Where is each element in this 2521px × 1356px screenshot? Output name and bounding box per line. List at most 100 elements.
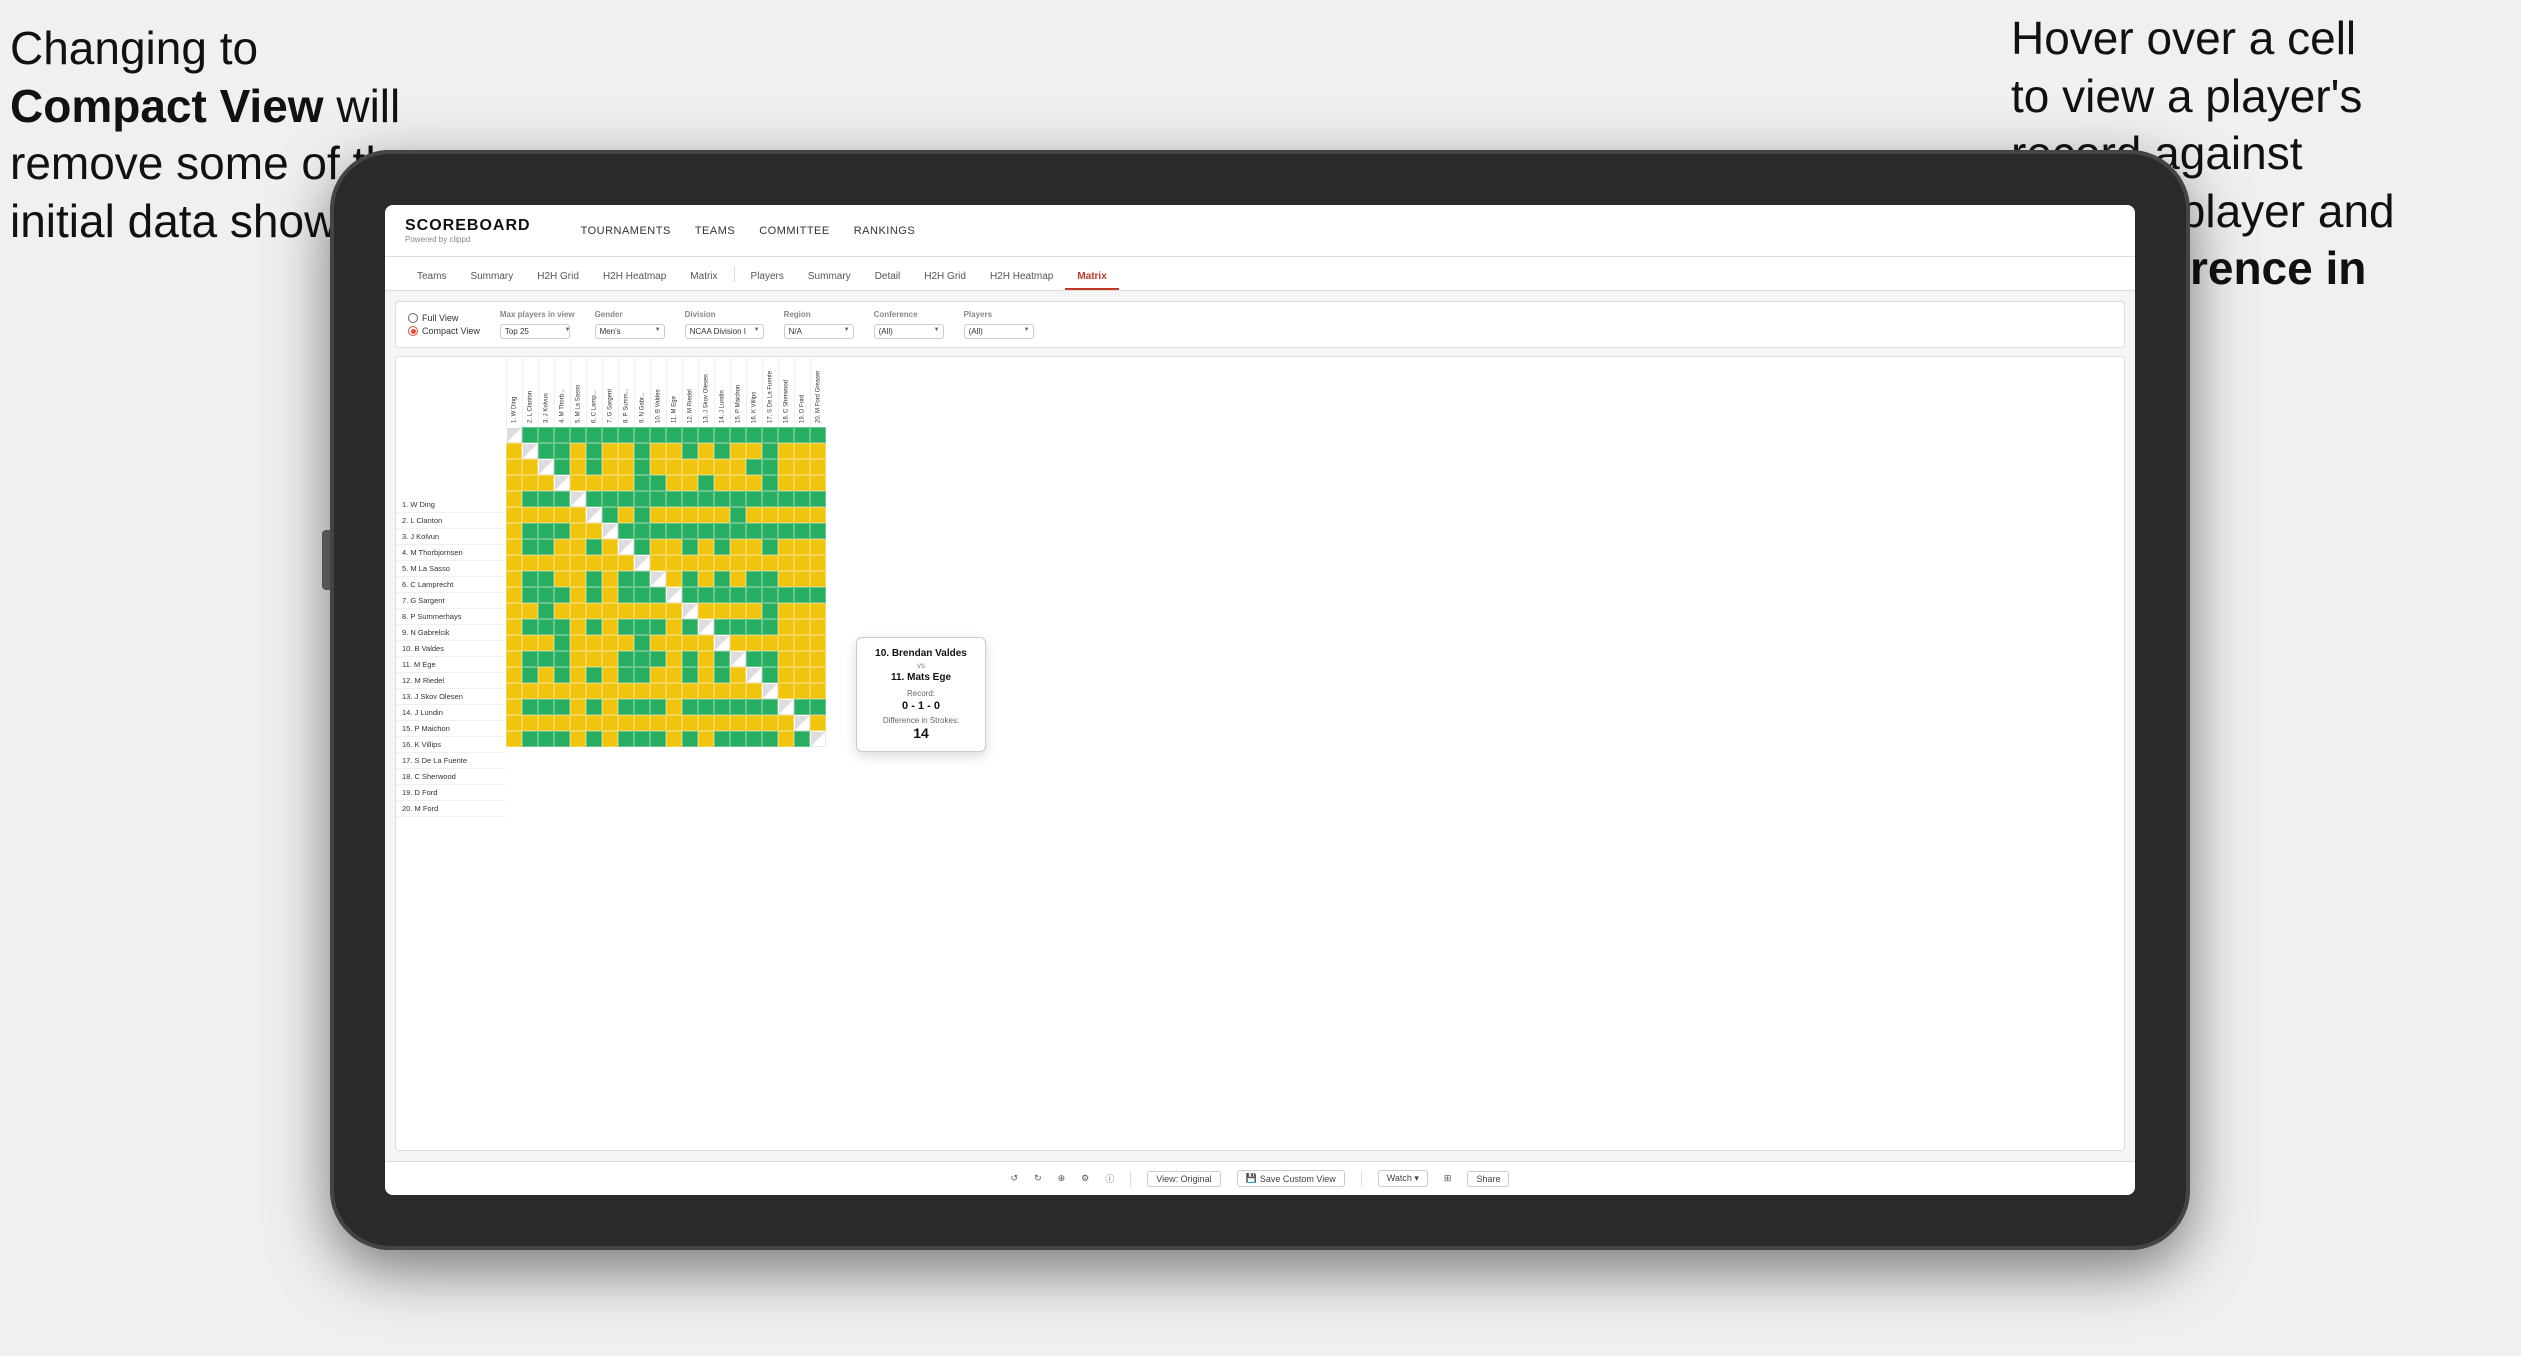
grid-cell[interactable] — [682, 491, 698, 507]
layout-btn[interactable]: ⊞ — [1444, 1173, 1452, 1184]
grid-cell[interactable] — [778, 667, 794, 683]
grid-cell[interactable] — [506, 683, 522, 699]
region-select[interactable]: N/A — [784, 324, 854, 339]
grid-cell[interactable] — [810, 587, 826, 603]
grid-cell[interactable] — [778, 603, 794, 619]
grid-cell[interactable] — [618, 491, 634, 507]
grid-cell[interactable] — [506, 715, 522, 731]
grid-cell[interactable] — [714, 507, 730, 523]
grid-cell[interactable] — [794, 539, 810, 555]
grid-cell[interactable] — [762, 443, 778, 459]
grid-cell[interactable] — [554, 507, 570, 523]
grid-cell[interactable] — [618, 635, 634, 651]
grid-cell[interactable] — [794, 651, 810, 667]
grid-cell[interactable] — [618, 523, 634, 539]
grid-cell[interactable] — [618, 683, 634, 699]
grid-cell[interactable] — [730, 475, 746, 491]
grid-cell[interactable] — [714, 635, 730, 651]
grid-cell[interactable] — [698, 459, 714, 475]
grid-cell[interactable] — [602, 715, 618, 731]
grid-cell[interactable] — [794, 523, 810, 539]
grid-cell[interactable] — [810, 523, 826, 539]
grid-cell[interactable] — [634, 731, 650, 747]
grid-cell[interactable] — [730, 491, 746, 507]
grid-cell[interactable] — [650, 715, 666, 731]
grid-cell[interactable] — [522, 651, 538, 667]
grid-cell[interactable] — [762, 603, 778, 619]
grid-cell[interactable] — [794, 715, 810, 731]
grid-cell[interactable] — [778, 731, 794, 747]
grid-cell[interactable] — [570, 635, 586, 651]
grid-cell[interactable] — [602, 507, 618, 523]
tab-matrix2[interactable]: Matrix — [1065, 265, 1118, 290]
grid-cell[interactable] — [602, 475, 618, 491]
grid-cell[interactable] — [762, 459, 778, 475]
grid-cell[interactable] — [810, 555, 826, 571]
grid-cell[interactable] — [682, 603, 698, 619]
grid-cell[interactable] — [682, 523, 698, 539]
grid-cell[interactable] — [554, 715, 570, 731]
grid-cell[interactable] — [586, 651, 602, 667]
grid-cell[interactable] — [522, 443, 538, 459]
grid-cell[interactable] — [650, 539, 666, 555]
grid-cell[interactable] — [714, 619, 730, 635]
grid-cell[interactable] — [554, 667, 570, 683]
grid-cell[interactable] — [618, 715, 634, 731]
grid-cell[interactable] — [554, 555, 570, 571]
grid-cell[interactable] — [634, 443, 650, 459]
grid-cell[interactable] — [746, 731, 762, 747]
grid-cell[interactable] — [570, 651, 586, 667]
matrix-area[interactable]: 1. W Ding 2. L Clanton 3. J Kolvun 4. M … — [395, 356, 2125, 1151]
grid-cell[interactable] — [522, 683, 538, 699]
tab-h2h-heatmap1[interactable]: H2H Heatmap — [591, 265, 678, 290]
grid-cell[interactable] — [538, 507, 554, 523]
grid-cell[interactable] — [650, 491, 666, 507]
grid-cell[interactable] — [506, 667, 522, 683]
radio-full-view[interactable]: Full View — [408, 313, 480, 323]
grid-cell[interactable] — [778, 715, 794, 731]
grid-cell[interactable] — [618, 619, 634, 635]
grid-cell[interactable] — [522, 539, 538, 555]
grid-cell[interactable] — [538, 523, 554, 539]
grid-cell[interactable] — [778, 651, 794, 667]
grid-cell[interactable] — [682, 555, 698, 571]
grid-cell[interactable] — [538, 683, 554, 699]
grid-cell[interactable] — [698, 555, 714, 571]
grid-cell[interactable] — [618, 475, 634, 491]
grid-cell[interactable] — [586, 619, 602, 635]
grid-cell[interactable] — [762, 475, 778, 491]
grid-cell[interactable] — [682, 475, 698, 491]
grid-cell[interactable] — [650, 507, 666, 523]
grid-cell[interactable] — [634, 507, 650, 523]
grid-cell[interactable] — [554, 731, 570, 747]
grid-cell[interactable] — [538, 651, 554, 667]
grid-cell[interactable] — [602, 443, 618, 459]
grid-cell[interactable] — [586, 587, 602, 603]
grid-cell[interactable] — [746, 507, 762, 523]
grid-cell[interactable] — [746, 683, 762, 699]
grid-cell[interactable] — [634, 635, 650, 651]
grid-cell[interactable] — [778, 619, 794, 635]
radio-full-view-circle[interactable] — [408, 313, 418, 323]
grid-cell[interactable] — [666, 635, 682, 651]
grid-cell[interactable] — [698, 715, 714, 731]
grid-cell[interactable] — [810, 491, 826, 507]
conference-select[interactable]: (All) — [874, 324, 944, 339]
grid-cell[interactable] — [794, 587, 810, 603]
grid-cell[interactable] — [762, 587, 778, 603]
grid-cell[interactable] — [810, 603, 826, 619]
grid-cell[interactable] — [554, 443, 570, 459]
grid-cell[interactable] — [682, 635, 698, 651]
grid-cell[interactable] — [810, 443, 826, 459]
tab-h2h-grid1[interactable]: H2H Grid — [525, 265, 591, 290]
tab-matrix1[interactable]: Matrix — [678, 265, 729, 290]
grid-cell[interactable] — [506, 427, 522, 443]
grid-cell[interactable] — [570, 619, 586, 635]
grid-cell[interactable] — [618, 651, 634, 667]
grid-cell[interactable] — [554, 491, 570, 507]
grid-cell[interactable] — [650, 587, 666, 603]
grid-cell[interactable] — [698, 475, 714, 491]
grid-cell[interactable] — [730, 635, 746, 651]
grid-cell[interactable] — [522, 667, 538, 683]
grid-cell[interactable] — [714, 603, 730, 619]
